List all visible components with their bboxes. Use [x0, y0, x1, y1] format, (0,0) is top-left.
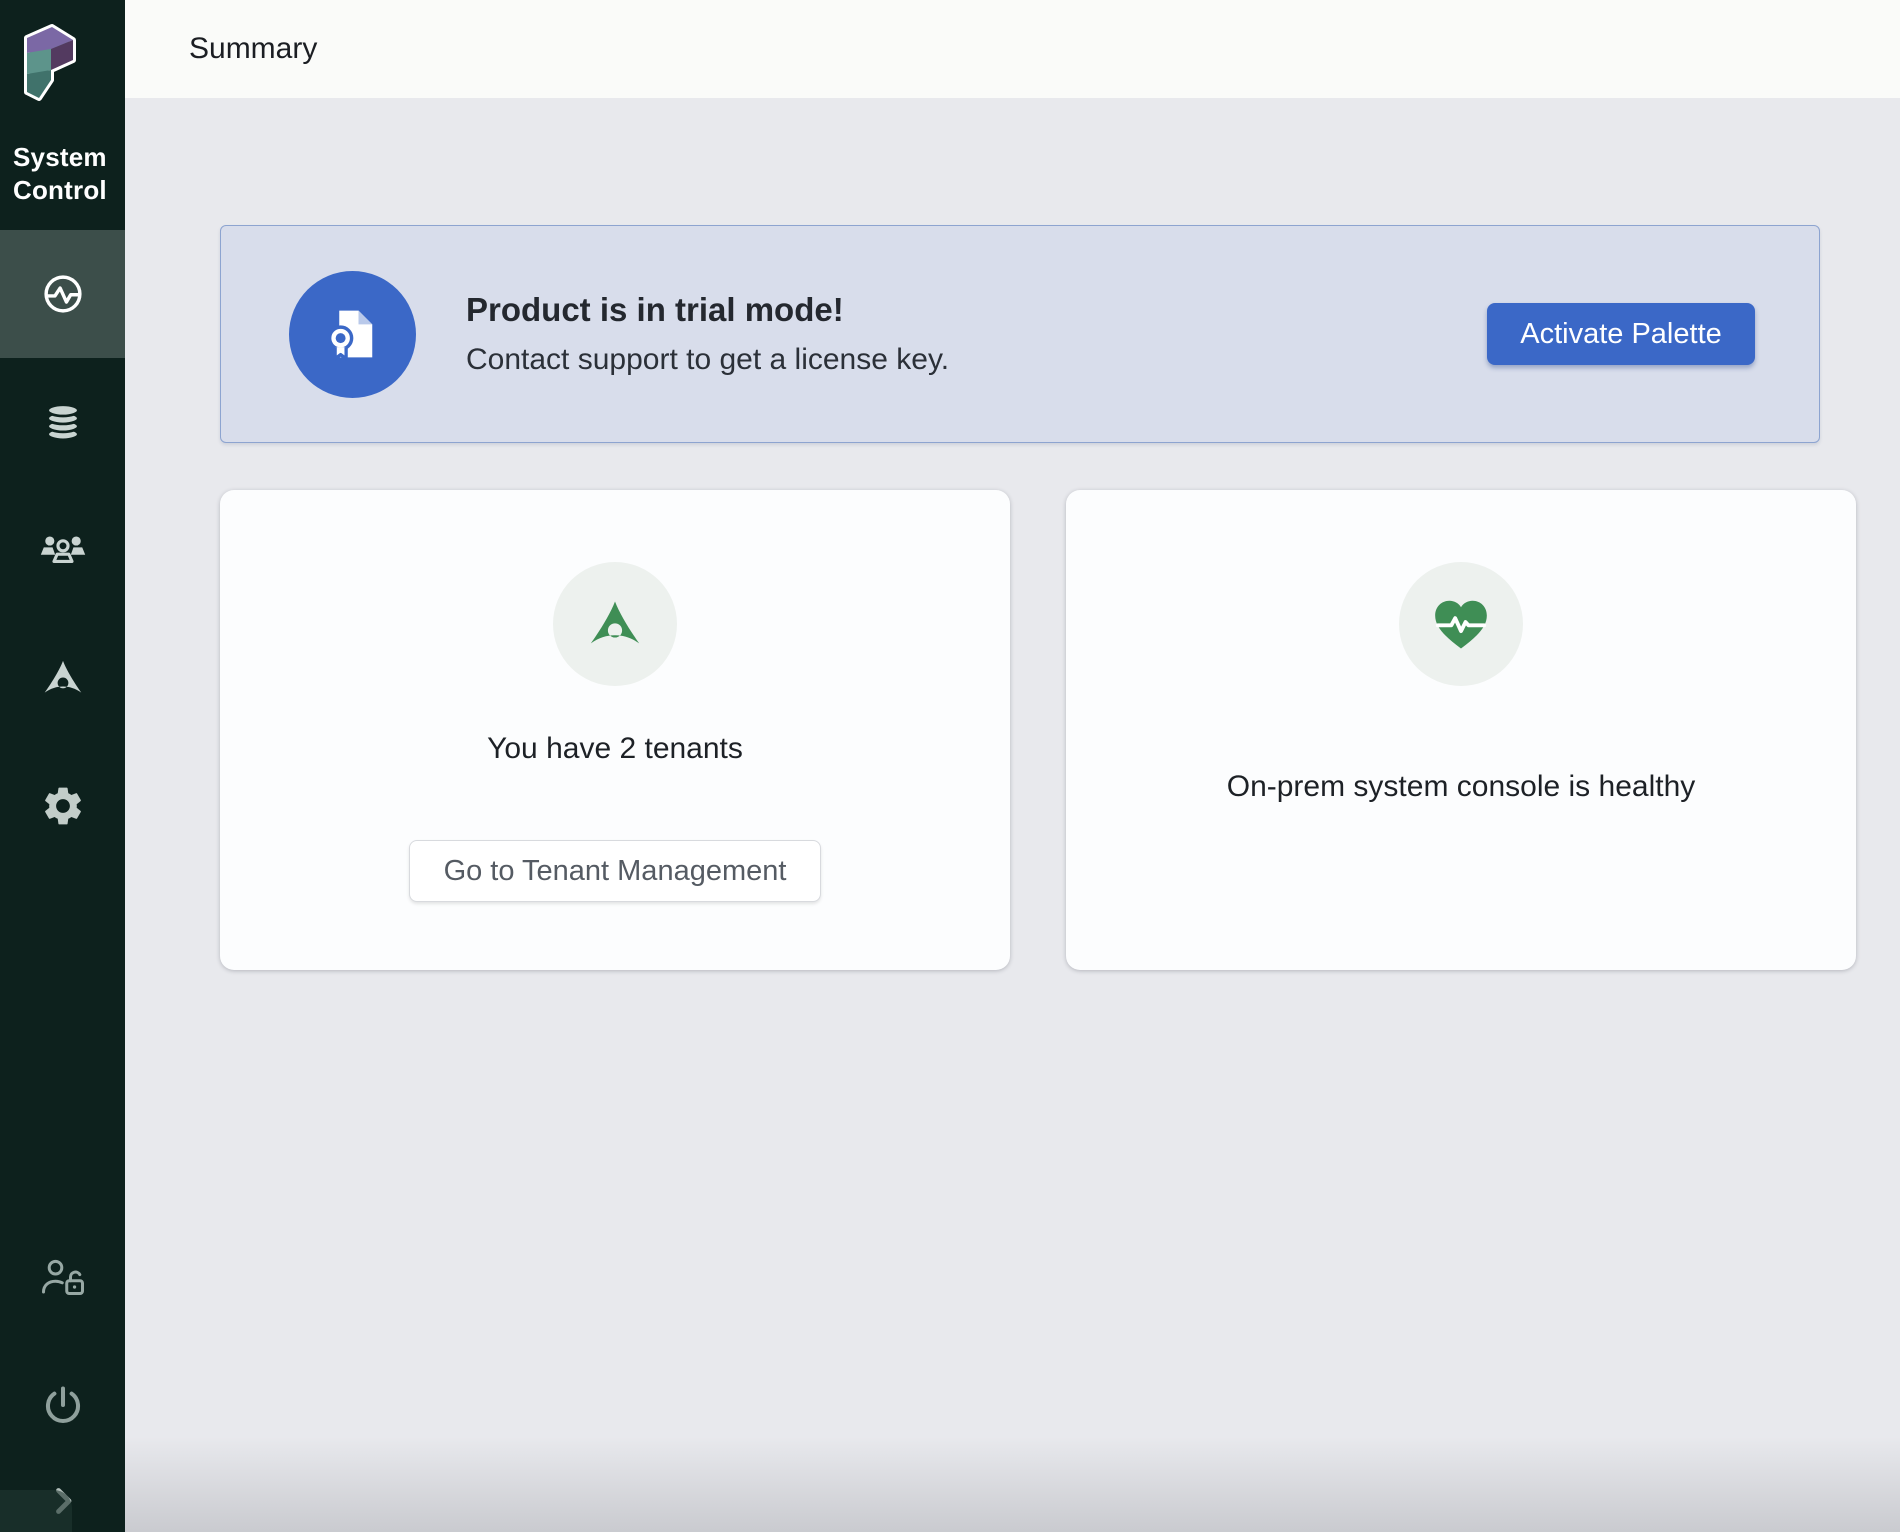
summary-cards: You have 2 tenants Go to Tenant Manageme…	[220, 490, 1900, 970]
user-lock-icon	[39, 1257, 87, 1297]
page-header: Summary	[125, 0, 1900, 98]
gear-icon	[40, 783, 86, 829]
sidebar-item-stacks[interactable]	[0, 358, 125, 486]
main-area: Summary Product is in trial mode! Contac	[125, 0, 1900, 1532]
sidebar-item-user-access[interactable]	[0, 1213, 125, 1341]
activate-palette-button[interactable]: Activate Palette	[1487, 303, 1755, 365]
go-to-tenant-management-button[interactable]: Go to Tenant Management	[409, 840, 821, 902]
banner-subtitle: Contact support to get a license key.	[466, 343, 949, 377]
sidebar-item-power[interactable]	[0, 1341, 125, 1469]
stack-icon	[41, 400, 85, 444]
tenants-card: You have 2 tenants Go to Tenant Manageme…	[220, 490, 1010, 970]
sidebar-nav	[0, 230, 125, 870]
sidebar: System Control	[0, 0, 125, 1532]
tenants-icon-circle	[553, 562, 677, 686]
power-icon	[41, 1383, 85, 1427]
brand-name: System Control	[0, 107, 125, 206]
sidebar-item-tenants[interactable]	[0, 486, 125, 614]
license-icon-circle	[289, 271, 416, 398]
license-icon	[320, 301, 386, 367]
health-icon-circle	[1399, 562, 1523, 686]
banner-title: Product is in trial mode!	[466, 291, 949, 329]
health-status-message: On-prem system console is healthy	[1227, 770, 1696, 804]
spectro-a-icon	[41, 659, 85, 697]
app-window: System Control	[0, 0, 1900, 1532]
sidebar-item-settings[interactable]	[0, 742, 125, 870]
palette-logo-icon	[18, 22, 80, 102]
heart-pulse-icon	[1430, 595, 1492, 653]
activity-icon	[40, 271, 86, 317]
banner-texts: Product is in trial mode! Contact suppor…	[466, 291, 949, 377]
sidebar-item-spectro[interactable]	[0, 614, 125, 742]
tenants-count-message: You have 2 tenants	[487, 732, 743, 766]
content-area: Product is in trial mode! Contact suppor…	[125, 98, 1900, 1532]
sidebar-corner-panel	[0, 1490, 72, 1532]
page-title: Summary	[189, 32, 317, 66]
tenants-icon	[39, 533, 87, 567]
sidebar-item-summary[interactable]	[0, 230, 125, 358]
trial-banner: Product is in trial mode! Contact suppor…	[220, 225, 1820, 443]
spectro-a-icon	[586, 599, 644, 649]
sidebar-footer	[0, 1213, 125, 1532]
brand-logo	[0, 0, 125, 107]
health-card: On-prem system console is healthy	[1066, 490, 1856, 970]
